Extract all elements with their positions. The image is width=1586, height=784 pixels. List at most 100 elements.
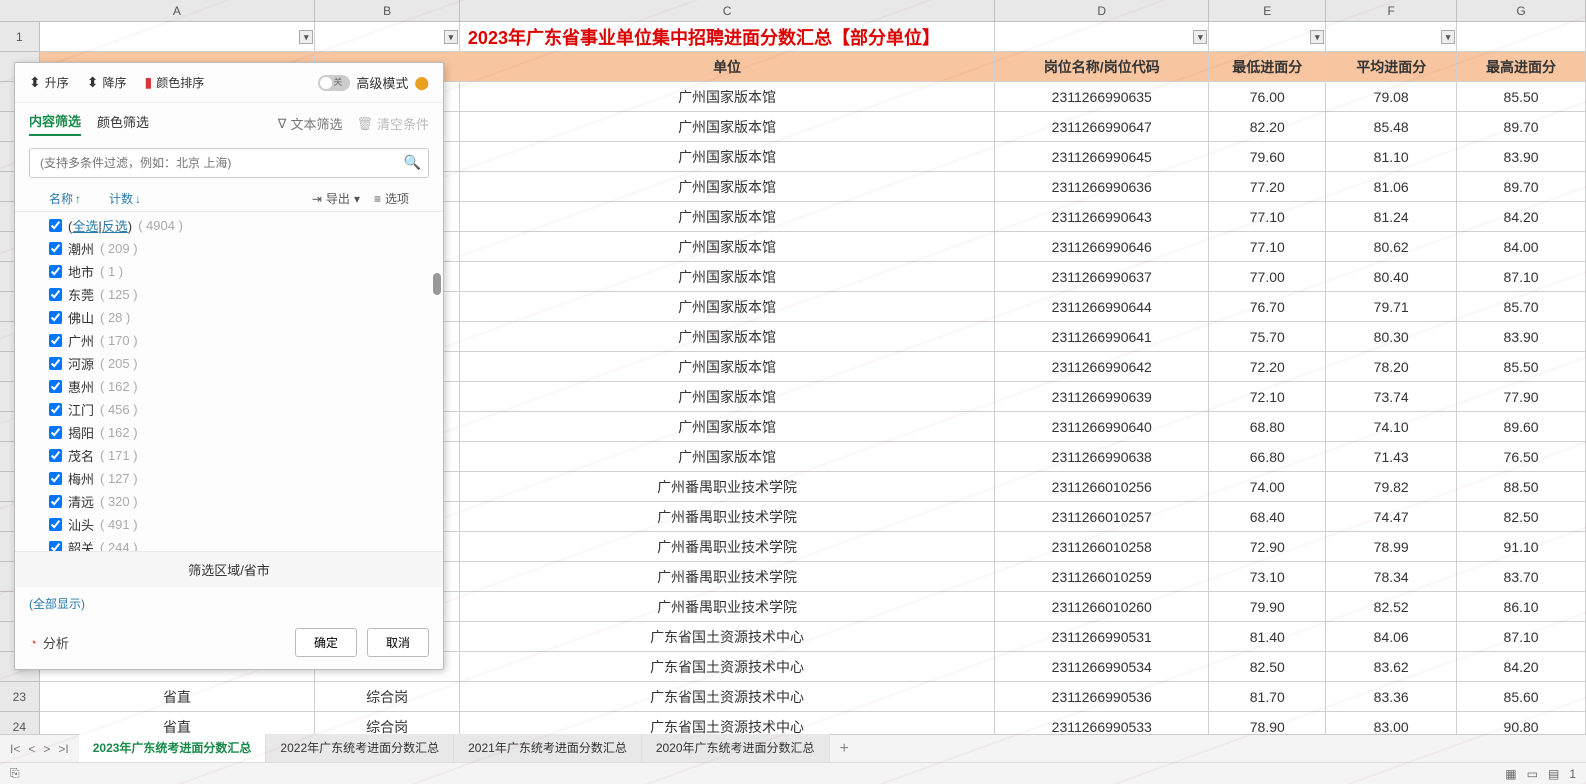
filter-list-item[interactable]: 清远( 320 ) [49,490,425,513]
cell-code[interactable]: 2311266010260 [995,592,1209,622]
cell-unit[interactable]: 广东省国土资源技术中心 [460,652,995,682]
sheet-first-button[interactable]: I< [10,742,20,756]
filter-list[interactable]: (全选|反选) ( 4904 ) 潮州( 209 )地市( 1 )东莞( 125… [15,211,443,551]
cell-max[interactable]: 87.10 [1457,622,1586,652]
item-checkbox[interactable] [49,334,62,347]
cell-code[interactable]: 2311266990536 [995,682,1209,712]
cell-min[interactable]: 81.70 [1209,682,1326,712]
select-all-corner[interactable] [0,0,40,21]
cell-code[interactable]: 2311266990637 [995,262,1209,292]
cell-unit[interactable]: 广州国家版本馆 [460,112,995,142]
cell-code[interactable]: 2311266990646 [995,232,1209,262]
cell-unit[interactable]: 广州国家版本馆 [460,322,995,352]
cell-D1[interactable]: ▾ [995,22,1209,52]
view-page-icon[interactable]: ▤ [1548,767,1559,781]
filter-list-item[interactable]: 揭阳( 162 ) [49,421,425,444]
filter-list-item[interactable]: 佛山( 28 ) [49,306,425,329]
item-checkbox[interactable] [49,288,62,301]
cell-avg[interactable]: 73.74 [1326,382,1457,412]
cell-avg[interactable]: 71.43 [1326,442,1457,472]
cell-unit[interactable]: 广州国家版本馆 [460,382,995,412]
cell-avg[interactable]: 83.36 [1326,682,1457,712]
cell-max[interactable]: 85.70 [1457,292,1586,322]
cell-min[interactable]: 72.10 [1209,382,1326,412]
cell-min[interactable]: 77.10 [1209,202,1326,232]
sheet-tab-2020[interactable]: 2020年广东统考进面分数汇总 [642,734,830,764]
row-number[interactable]: 23 [0,682,40,712]
cell-avg[interactable]: 79.82 [1326,472,1457,502]
item-checkbox[interactable] [49,242,62,255]
cell-max[interactable]: 89.70 [1457,112,1586,142]
cell-unit[interactable]: 广州番禺职业技术学院 [460,472,995,502]
cell-code[interactable]: 2311266010256 [995,472,1209,502]
cell-unit[interactable]: 广州国家版本馆 [460,142,995,172]
cell-E1[interactable]: ▾ [1209,22,1326,52]
filter-list-item[interactable]: 广州( 170 ) [49,329,425,352]
cell-min[interactable]: 68.80 [1209,412,1326,442]
header-code[interactable]: 岗位名称/岗位代码 [995,52,1209,82]
cell-B1[interactable]: ▾ [315,22,460,52]
color-sort-button[interactable]: ▮颜色排序 [145,74,205,91]
col-header-E[interactable]: E [1209,0,1326,21]
cell-max[interactable]: 89.70 [1457,172,1586,202]
analyze-button[interactable]: ◔分析 [29,633,69,652]
col-header-D[interactable]: D [995,0,1209,21]
sheet-last-button[interactable]: >I [58,742,68,756]
cell-max[interactable]: 84.20 [1457,652,1586,682]
col-header-B[interactable]: B [315,0,460,21]
header-unit[interactable]: 单位 [460,52,995,82]
cell-min[interactable]: 79.90 [1209,592,1326,622]
cell-unit[interactable]: 广东省国土资源技术中心 [460,682,995,712]
col-header-F[interactable]: F [1326,0,1457,21]
header-min[interactable]: 最低进面分 [1209,52,1326,82]
filter-list-item[interactable]: 汕头( 491 ) [49,513,425,536]
cell-code[interactable]: 2311266990645 [995,142,1209,172]
filter-list-item[interactable]: 河源( 205 ) [49,352,425,375]
cell-unit[interactable]: 广州国家版本馆 [460,262,995,292]
select-all-link[interactable]: 全选 [72,219,98,234]
cell-unit[interactable]: 广州国家版本馆 [460,172,995,202]
item-checkbox[interactable] [49,472,62,485]
cell-max[interactable]: 85.60 [1457,682,1586,712]
cell-avg[interactable]: 80.62 [1326,232,1457,262]
cell-code[interactable]: 2311266990644 [995,292,1209,322]
cell-unit[interactable]: 广州番禺职业技术学院 [460,562,995,592]
cell-avg[interactable]: 81.10 [1326,142,1457,172]
sheet-next-button[interactable]: > [43,742,50,756]
cell-min[interactable]: 74.00 [1209,472,1326,502]
cell-F1[interactable]: ▾ [1326,22,1457,52]
title-cell[interactable]: 2023年广东省事业单位集中招聘进面分数汇总【部分单位】 [460,22,995,52]
item-checkbox[interactable] [49,449,62,462]
cell-code[interactable]: 2311266990638 [995,442,1209,472]
cell-unit[interactable]: 广州国家版本馆 [460,82,995,112]
cell-min[interactable]: 76.00 [1209,82,1326,112]
cell-max[interactable]: 91.10 [1457,532,1586,562]
cell-code[interactable]: 2311266010259 [995,562,1209,592]
add-sheet-button[interactable]: + [830,735,859,763]
cell-min[interactable]: 68.40 [1209,502,1326,532]
cell-max[interactable]: 83.70 [1457,562,1586,592]
select-all-checkbox[interactable] [49,219,62,232]
item-checkbox[interactable] [49,265,62,278]
row-number-1[interactable]: 1 [0,22,40,52]
cell-code[interactable]: 2311266990635 [995,82,1209,112]
filter-list-item[interactable]: 茂名( 171 ) [49,444,425,467]
tab-color-filter[interactable]: 颜色筛选 [97,112,149,135]
cell-max[interactable]: 85.50 [1457,82,1586,112]
cell-max[interactable]: 85.50 [1457,352,1586,382]
filter-list-item[interactable]: 地市( 1 ) [49,260,425,283]
cell-G1[interactable] [1457,22,1586,52]
cell-avg[interactable]: 84.06 [1326,622,1457,652]
filter-icon[interactable]: ▾ [299,30,313,44]
search-input[interactable] [29,148,429,178]
cell-avg[interactable]: 81.24 [1326,202,1457,232]
header-avg[interactable]: 平均进面分 [1326,52,1457,82]
cell-max[interactable]: 76.50 [1457,442,1586,472]
ok-button[interactable]: 确定 [295,628,357,657]
cell-unit[interactable]: 广州番禺职业技术学院 [460,592,995,622]
cell-max[interactable]: 83.90 [1457,322,1586,352]
filter-icon[interactable]: ▾ [1310,30,1324,44]
filter-list-item[interactable]: 韶关( 244 ) [49,536,425,551]
cell-unit[interactable]: 广州番禺职业技术学院 [460,532,995,562]
cell-unit[interactable]: 广州国家版本馆 [460,442,995,472]
